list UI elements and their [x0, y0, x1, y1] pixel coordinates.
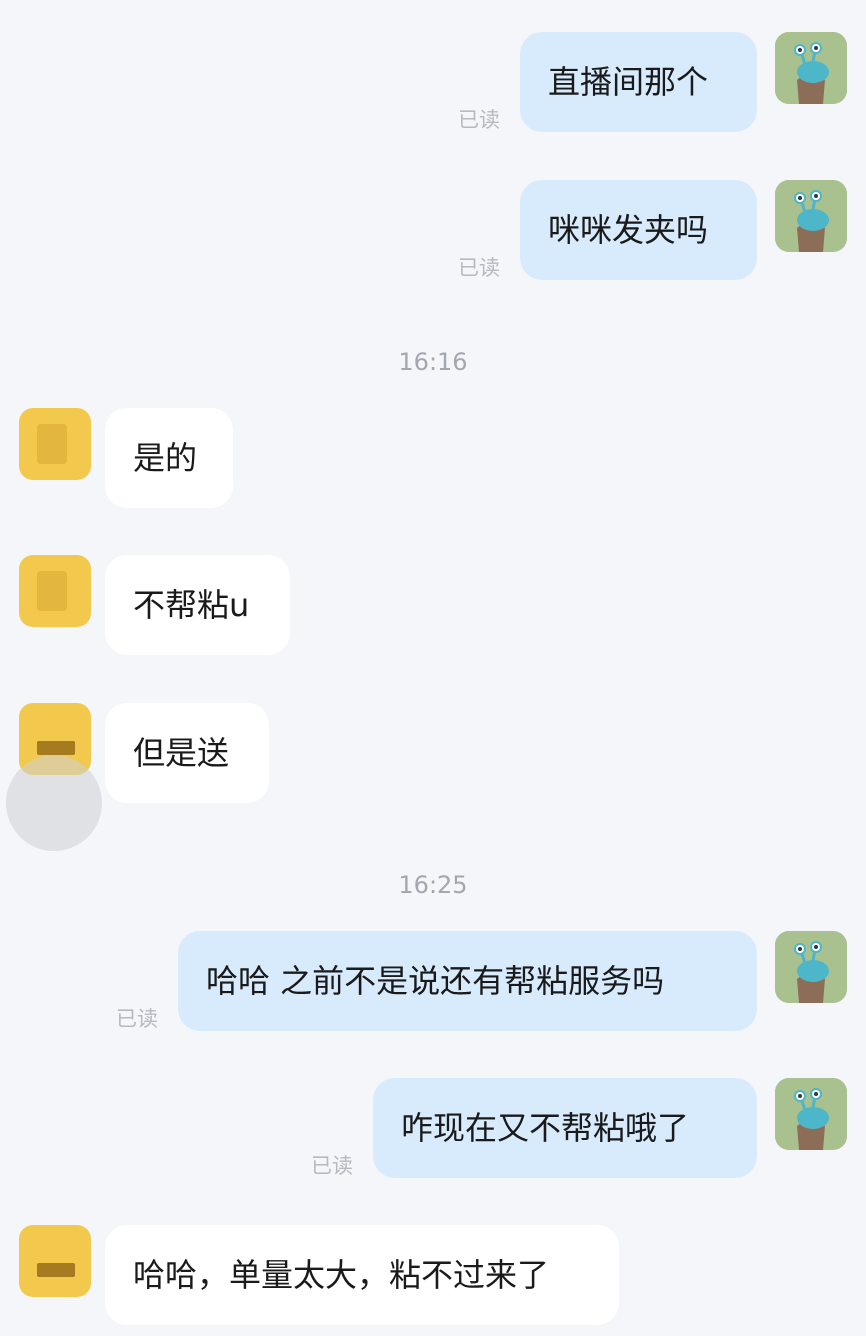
blurred-avatar-icon — [37, 571, 67, 611]
my-avatar-icon[interactable] — [775, 931, 847, 1003]
outgoing-message-bubble[interactable]: 哈哈 之前不是说还有帮粘服务吗 — [178, 931, 757, 1031]
read-status: 已读 — [311, 1154, 353, 1178]
read-status: 已读 — [458, 256, 500, 280]
incoming-message-bubble[interactable]: 不帮粘u — [105, 555, 290, 655]
incoming-message-bubble[interactable]: 是的 — [105, 408, 233, 508]
incoming-message-bubble[interactable]: 哈哈，单量太大，粘不过来了 — [105, 1225, 619, 1325]
their-avatar-icon[interactable] — [19, 408, 91, 480]
my-avatar-icon[interactable] — [775, 1078, 847, 1150]
blurred-avatar-icon — [37, 424, 67, 464]
message-text: 哈哈，单量太大，粘不过来了 — [133, 1256, 550, 1294]
blurred-avatar-icon — [37, 741, 75, 755]
read-status: 已读 — [116, 1007, 158, 1031]
their-avatar-icon[interactable] — [19, 555, 91, 627]
my-avatar-icon[interactable] — [775, 180, 847, 252]
message-text: 但是送 — [133, 734, 230, 772]
message-text: 不帮粘u — [133, 586, 250, 624]
my-avatar-icon[interactable] — [775, 32, 847, 104]
message-text: 哈哈 之前不是说还有帮粘服务吗 — [206, 962, 665, 1000]
outgoing-message-bubble[interactable]: 咋现在又不帮粘哦了 — [373, 1078, 757, 1178]
outgoing-message-bubble[interactable]: 直播间那个 — [520, 32, 757, 132]
chat-message-list[interactable]: 直播间那个 已读 咪咪发夹吗 已读 16:16 是的 不帮粘u 但是送 16:2… — [0, 0, 866, 1336]
message-text: 直播间那个 — [548, 63, 709, 101]
message-text: 是的 — [133, 439, 198, 477]
message-text: 咪咪发夹吗 — [548, 211, 709, 249]
timestamp: 16:25 — [398, 871, 468, 899]
incoming-message-bubble[interactable]: 但是送 — [105, 703, 269, 803]
their-avatar-icon[interactable] — [19, 1225, 91, 1297]
floating-assistive-button[interactable] — [6, 755, 102, 851]
read-status: 已读 — [458, 108, 500, 132]
message-text: 咋现在又不帮粘哦了 — [401, 1109, 690, 1147]
outgoing-message-bubble[interactable]: 咪咪发夹吗 — [520, 180, 757, 280]
timestamp: 16:16 — [398, 348, 468, 376]
blurred-avatar-icon — [37, 1263, 75, 1277]
